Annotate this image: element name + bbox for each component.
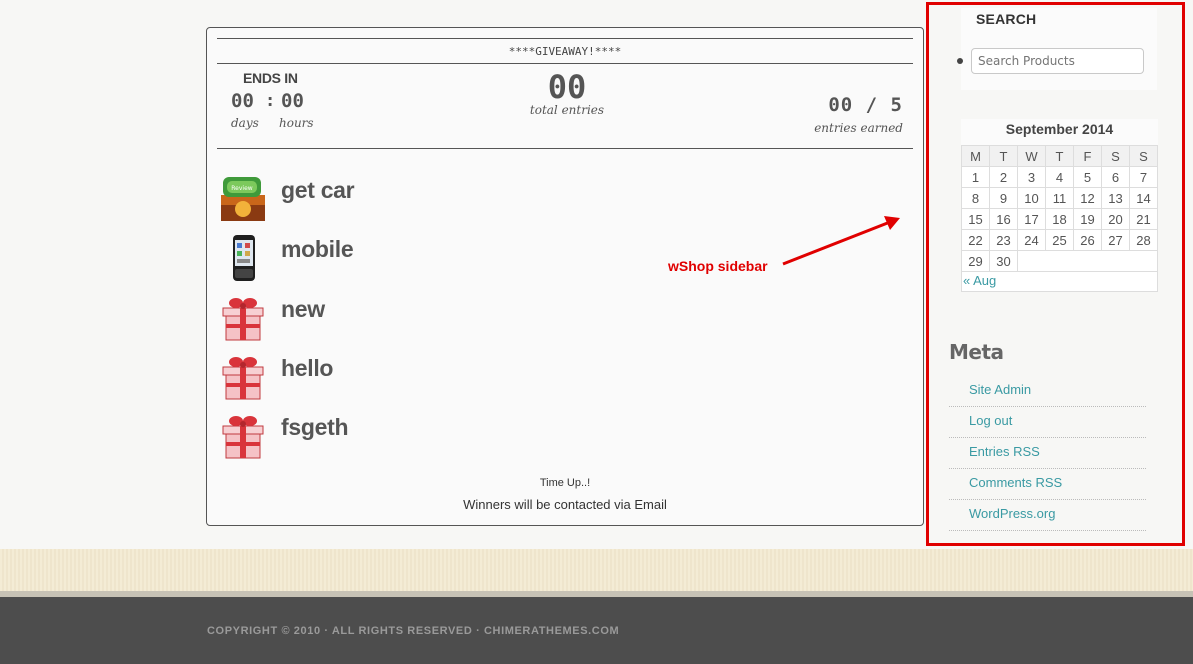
days-label: days	[231, 116, 259, 130]
calendar-table: M T W T F S S 1 2 3 4 5 6 7 8 9 10 11 12…	[961, 145, 1158, 272]
calendar-day: 29	[961, 250, 990, 272]
divider	[217, 148, 913, 149]
entry-name: get car	[281, 177, 355, 203]
bullet-icon	[957, 58, 963, 64]
hours-label: hours	[279, 116, 314, 130]
calendar-day: 17	[1017, 208, 1046, 230]
calendar-day: 13	[1101, 187, 1130, 209]
weekday-header: T	[1045, 145, 1074, 167]
calendar-day: 19	[1073, 208, 1102, 230]
hours-counter: 00	[281, 90, 304, 112]
calendar-day: 30	[989, 250, 1018, 272]
entry-name: hello	[281, 355, 334, 381]
calendar-day: 1	[961, 166, 990, 188]
meta-link-comments-rss[interactable]: Comments RSS	[949, 469, 1146, 500]
site-footer: COPYRIGHT © 2010 · ALL RIGHTS RESERVED ·…	[0, 597, 1193, 664]
meta-heading: Meta	[949, 340, 1004, 364]
calendar-day: 25	[1045, 229, 1074, 251]
weekday-header: S	[1101, 145, 1130, 167]
annotation-label: wShop sidebar	[668, 258, 768, 274]
calendar-day: 20	[1101, 208, 1130, 230]
entry-item[interactable]: hello	[219, 353, 333, 409]
weekday-header: F	[1073, 145, 1102, 167]
meta-link-site-admin[interactable]: Site Admin	[949, 376, 1146, 407]
calendar-day: 7	[1129, 166, 1158, 188]
entry-item[interactable]: fsgeth	[219, 412, 349, 468]
weekday-header: W	[1017, 145, 1046, 167]
review-app-icon: Review	[219, 175, 267, 223]
entry-item[interactable]: new	[219, 294, 325, 350]
days-counter: 00	[231, 90, 254, 112]
svg-text:Review: Review	[231, 185, 253, 192]
calendar-day: 18	[1045, 208, 1074, 230]
weekday-header: S	[1129, 145, 1158, 167]
total-entries-label: total entries	[529, 103, 605, 117]
entry-name: fsgeth	[281, 414, 349, 440]
meta-links-list: Site Admin Log out Entries RSS Comments …	[949, 376, 1146, 531]
entry-name: mobile	[281, 236, 354, 262]
calendar-empty-cell	[1017, 250, 1158, 272]
calendar-day: 28	[1129, 229, 1158, 251]
calendar-widget: September 2014 M T W T F S S 1 2 3 4 5 6…	[961, 119, 1158, 292]
calendar-day: 16	[989, 208, 1018, 230]
calendar-day: 3	[1017, 166, 1046, 188]
search-input[interactable]	[971, 48, 1144, 74]
giveaway-title: ****GIVEAWAY!****	[508, 45, 622, 58]
time-up-text: Time Up..!	[539, 477, 591, 489]
search-heading: SEARCH	[976, 11, 1037, 27]
gift-box-icon	[219, 294, 267, 342]
calendar-caption: September 2014	[961, 119, 1158, 145]
gift-box-icon	[219, 412, 267, 460]
calendar-day: 15	[961, 208, 990, 230]
winners-note: Winners will be contacted via Email	[463, 497, 667, 512]
counter-separator: :	[265, 91, 276, 111]
weekday-header: T	[989, 145, 1018, 167]
calendar-day: 23	[989, 229, 1018, 251]
gift-box-icon	[219, 353, 267, 401]
total-entries-count: 00	[547, 68, 587, 106]
annotation-arrow-icon	[782, 216, 900, 266]
calendar-day: 14	[1129, 187, 1158, 209]
copyright-text: COPYRIGHT © 2010 · ALL RIGHTS RESERVED ·…	[207, 625, 620, 637]
calendar-day: 21	[1129, 208, 1158, 230]
calendar-day: 27	[1101, 229, 1130, 251]
calendar-day: 4	[1045, 166, 1074, 188]
entry-name: new	[281, 296, 325, 322]
meta-link-entries-rss[interactable]: Entries RSS	[949, 438, 1146, 469]
divider	[217, 63, 913, 64]
mobile-phone-icon	[219, 234, 267, 282]
entry-item[interactable]: Review get car	[219, 175, 355, 231]
calendar-day: 26	[1073, 229, 1102, 251]
meta-link-wordpress-org[interactable]: WordPress.org	[949, 500, 1146, 531]
calendar-prev-month-link[interactable]: « Aug	[961, 272, 1158, 292]
divider	[217, 38, 913, 39]
giveaway-widget: ****GIVEAWAY!**** ENDS IN 00 : 00 days h…	[206, 27, 924, 526]
calendar-day: 12	[1073, 187, 1102, 209]
entry-item[interactable]: mobile	[219, 234, 354, 290]
calendar-day: 9	[989, 187, 1018, 209]
calendar-day: 22	[961, 229, 990, 251]
entries-earned-label: entries earned	[814, 121, 903, 135]
calendar-day: 5	[1073, 166, 1102, 188]
calendar-day: 10	[1017, 187, 1046, 209]
weekday-header: M	[961, 145, 990, 167]
footer-top-band	[0, 549, 1193, 591]
ends-in-label: ENDS IN	[243, 70, 298, 86]
meta-link-log-out[interactable]: Log out	[949, 407, 1146, 438]
calendar-day: 24	[1017, 229, 1046, 251]
calendar-day: 6	[1101, 166, 1130, 188]
calendar-day: 2	[989, 166, 1018, 188]
calendar-day: 8	[961, 187, 990, 209]
entries-earned-count: 00 / 5	[828, 94, 903, 116]
calendar-day: 11	[1045, 187, 1074, 209]
